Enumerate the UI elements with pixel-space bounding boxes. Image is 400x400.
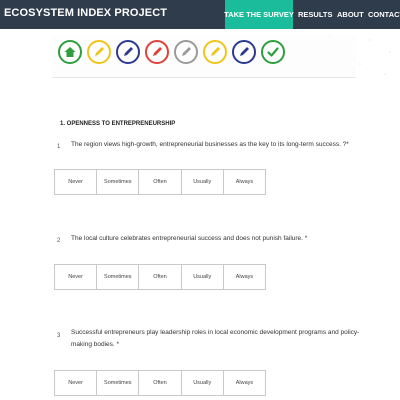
top-navbar: ECOSYSTEM INDEX PROJECT TAKE THE SURVEY …: [0, 0, 400, 29]
nav-results[interactable]: RESULTS: [298, 0, 332, 29]
question-text: Successful entrepreneurs play leadership…: [71, 329, 360, 348]
option-sometimes[interactable]: Sometimes: [97, 265, 140, 289]
option-usually[interactable]: Usually: [181, 371, 224, 395]
option-always[interactable]: Always: [223, 371, 266, 395]
step-finish[interactable]: [261, 40, 285, 64]
step-2[interactable]: [87, 40, 111, 64]
step-5[interactable]: [174, 40, 198, 64]
option-always[interactable]: Always: [223, 170, 266, 194]
option-never[interactable]: Never: [55, 265, 98, 289]
step-3[interactable]: [116, 40, 140, 64]
question-text: The region views high-growth, entreprene…: [71, 141, 349, 148]
option-always[interactable]: Always: [223, 265, 266, 289]
pencil-icon: [95, 47, 104, 56]
option-sometimes[interactable]: Sometimes: [97, 371, 140, 395]
check-icon: [267, 47, 279, 57]
pencil-icon: [182, 47, 191, 56]
step-home[interactable]: [58, 40, 82, 64]
question-number: 1: [57, 144, 61, 150]
option-often[interactable]: Often: [139, 371, 182, 395]
question-text: The local culture celebrates entrepreneu…: [71, 235, 308, 242]
option-never[interactable]: Never: [55, 170, 98, 194]
question-number: 3: [57, 333, 61, 339]
option-usually[interactable]: Usually: [181, 170, 224, 194]
pencil-icon: [240, 47, 249, 56]
nav-take-survey[interactable]: TAKE THE SURVEY: [224, 0, 294, 29]
option-often[interactable]: Often: [139, 265, 182, 289]
question-number: 2: [57, 238, 61, 244]
option-sometimes[interactable]: Sometimes: [97, 170, 140, 194]
pencil-icon: [153, 47, 162, 56]
answer-options-q3: Never Sometimes Often Usually Always: [54, 370, 266, 396]
home-icon: [64, 47, 76, 57]
pencil-icon: [211, 47, 220, 56]
pencil-icon: [124, 47, 133, 56]
nav-contact[interactable]: CONTACT: [368, 0, 400, 29]
step-7[interactable]: [232, 40, 256, 64]
site-brand[interactable]: ECOSYSTEM INDEX PROJECT: [4, 7, 167, 19]
answer-options-q2: Never Sometimes Often Usually Always: [54, 264, 266, 290]
answer-options-q1: Never Sometimes Often Usually Always: [54, 169, 266, 195]
option-never[interactable]: Never: [55, 371, 98, 395]
nav-about[interactable]: ABOUT: [337, 0, 364, 29]
survey-step-nav: [52, 36, 356, 78]
section-title: 1. OPENNESS TO ENTREPRENEURSHIP: [60, 121, 176, 127]
step-6[interactable]: [203, 40, 227, 64]
option-usually[interactable]: Usually: [181, 265, 224, 289]
option-often[interactable]: Often: [139, 170, 182, 194]
step-4[interactable]: [145, 40, 169, 64]
